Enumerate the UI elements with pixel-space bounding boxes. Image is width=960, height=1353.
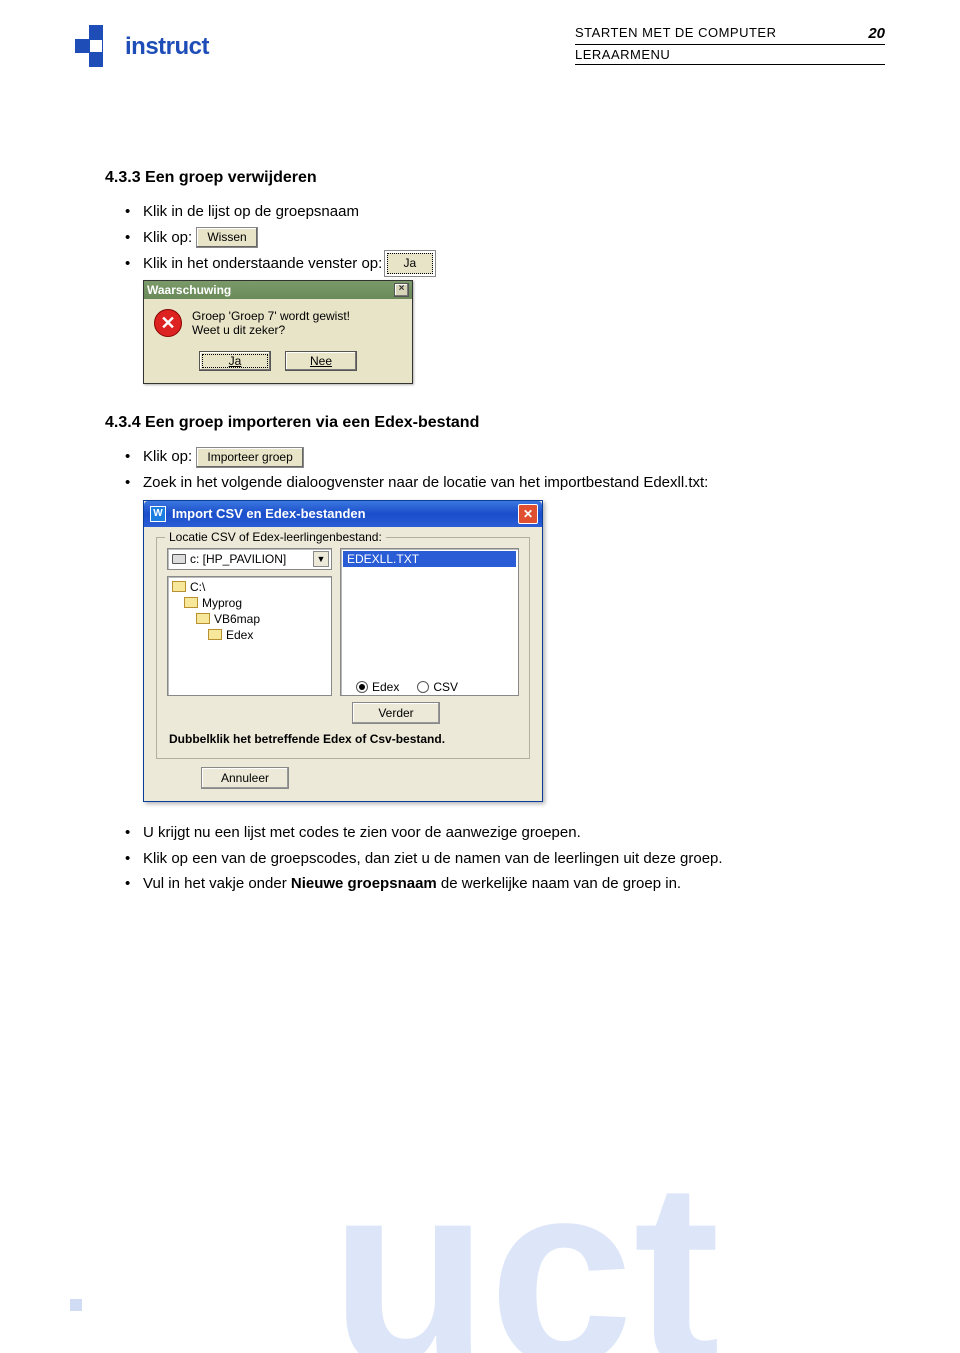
app-icon: W [150, 506, 166, 522]
logo: instruct [75, 25, 209, 69]
page-header: instruct STARTEN MET DE COMPUTER 20 LERA… [75, 25, 885, 69]
importeer-groep-button[interactable]: Importeer groep [196, 447, 303, 468]
bullet-item: U krijgt nu een lijst met codes te zien … [143, 822, 875, 844]
bullet-item: Klik op: Importeer groep [143, 446, 875, 468]
bullet-text: Vul in het vakje onder [143, 875, 291, 892]
watermark-dot [70, 1299, 82, 1311]
tree-node[interactable]: VB6map [214, 612, 260, 626]
tree-node[interactable]: Edex [226, 628, 253, 642]
ja-inline-button[interactable]: Ja [387, 253, 434, 274]
disk-icon [172, 554, 186, 564]
wissen-button[interactable]: Wissen [196, 227, 257, 248]
bullet-text: de werkelijke naam van de groep in. [437, 875, 681, 892]
bullet-item: Klik op: Wissen [143, 227, 875, 249]
warning-message: Groep 'Groep 7' wordt gewist! Weet u dit… [192, 309, 350, 337]
close-icon[interactable]: ✕ [518, 504, 538, 524]
bullet-text: Klik op: [143, 448, 196, 465]
instruction-text: Dubbelklik het betreffende Edex of Csv-b… [167, 724, 519, 748]
bullet-item: Klik op een van de groepscodes, dan ziet… [143, 848, 875, 870]
verder-button[interactable]: Verder [352, 702, 440, 724]
doc-title: STARTEN MET DE COMPUTER [575, 25, 776, 42]
import-dialog-title: Import CSV en Edex-bestanden [172, 506, 366, 521]
folder-icon [172, 581, 186, 592]
radio-icon [417, 681, 429, 693]
svg-text:uct: uct [330, 1129, 720, 1353]
nee-button[interactable]: Nee [285, 351, 357, 371]
radio-edex[interactable]: Edex [356, 680, 399, 694]
close-icon[interactable]: × [394, 283, 409, 297]
drive-select[interactable]: c: [HP_PAVILION] ▼ [167, 548, 332, 570]
bullet-text-bold: Nieuwe groepsnaam [291, 875, 437, 892]
error-icon: ✕ [154, 309, 182, 337]
warning-line1: Groep 'Groep 7' wordt gewist! [192, 309, 350, 323]
folder-icon [184, 597, 198, 608]
radio-label: CSV [433, 680, 458, 694]
page-number: 20 [868, 25, 885, 42]
radio-icon [356, 681, 368, 693]
radio-label: Edex [372, 680, 399, 694]
warning-line2: Weet u dit zeker? [192, 323, 350, 337]
bullet-item: Klik in het onderstaande venster op: Ja [143, 253, 875, 275]
chevron-down-icon[interactable]: ▼ [313, 551, 329, 567]
tree-node[interactable]: Myprog [202, 596, 242, 610]
file-list[interactable]: EDEXLL.TXT [340, 548, 519, 696]
drive-label: c: [HP_PAVILION] [190, 552, 286, 566]
bullet-text: Klik in het onderstaande venster op: [143, 255, 387, 272]
folder-icon [196, 613, 210, 624]
annuleer-button[interactable]: Annuleer [201, 767, 289, 789]
warning-dialog-title: Waarschuwing [147, 283, 231, 297]
radio-csv[interactable]: CSV [417, 680, 458, 694]
section-434-title: 4.3.4 Een groep importeren via een Edex-… [105, 414, 885, 432]
ja-button[interactable]: Ja [199, 351, 271, 371]
tree-node[interactable]: C:\ [190, 580, 205, 594]
watermark: uct [310, 1123, 960, 1353]
logo-text: instruct [125, 33, 209, 61]
groupbox-legend: Locatie CSV of Edex-leerlingenbestand: [165, 530, 386, 544]
doc-subtitle: LERAARMENU [575, 47, 885, 65]
bullet-item: Vul in het vakje onder Nieuwe groepsnaam… [143, 873, 875, 895]
bullet-item: Zoek in het volgende dialoogvenster naar… [143, 472, 875, 494]
folder-icon [208, 629, 222, 640]
file-list-selected[interactable]: EDEXLL.TXT [343, 551, 516, 567]
import-dialog: W Import CSV en Edex-bestanden ✕ Locatie… [143, 500, 543, 802]
logo-mark-icon [75, 25, 119, 69]
warning-dialog: Waarschuwing × ✕ Groep 'Groep 7' wordt g… [143, 280, 413, 384]
directory-tree[interactable]: C:\ Myprog VB6map Edex [167, 576, 332, 696]
bullet-item: Klik in de lijst op de groepsnaam [143, 201, 875, 223]
bullet-text: Klik op: [143, 229, 196, 246]
section-433-title: 4.3.3 Een groep verwijderen [105, 169, 885, 187]
